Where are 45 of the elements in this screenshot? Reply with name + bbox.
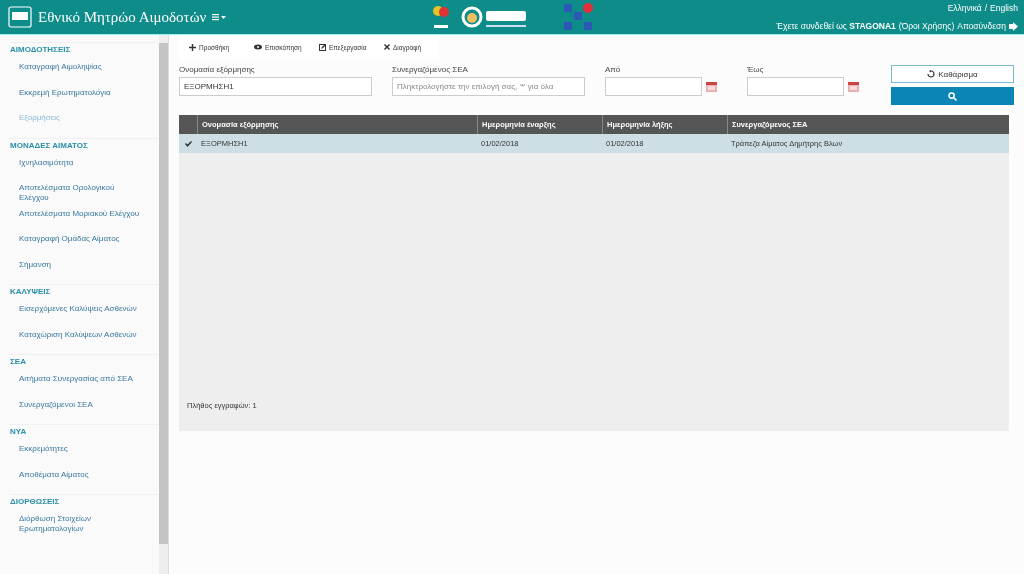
date-field[interactable]	[747, 77, 844, 96]
field-label: Από	[605, 65, 622, 74]
sidebar-item[interactable]: Καταχώριση Καλύψεων Ασθενών	[10, 328, 145, 354]
sidebar-item[interactable]: Ιχνηλασιμότητα	[10, 156, 145, 182]
sidebar-item[interactable]: Αποθέματα Αίματος	[10, 468, 145, 494]
sidebar-item[interactable]: Εκκρεμότητες	[10, 443, 145, 469]
delete-icon	[384, 44, 390, 50]
sidebar-item[interactable]: Συνεργαζόμενοι ΣΕΑ	[10, 398, 145, 424]
calendar-icon[interactable]	[706, 81, 717, 92]
sidebar-item[interactable]: Εισερχόμενες Καλύψεις Ασθενών	[10, 303, 145, 329]
sidebar-item[interactable]: Καταγραφή Αιμοληψίας	[10, 61, 145, 87]
sidebar-item[interactable]: Καταγραφή Ομάδας Αίματος	[10, 233, 145, 259]
sidebar-item[interactable]: Αποτελέσματα Ορολογικού Ελέγχου	[10, 182, 145, 208]
logo-icon	[8, 6, 32, 28]
sidebar-item[interactable]: Διόρθωση Στοιχείων Ερωτηματολογίων	[10, 513, 145, 539]
sidebar-item[interactable]: Αιτήματα Συνεργασίας από ΣΕΑ	[10, 373, 145, 399]
reset-icon	[927, 70, 936, 78]
field-label: Έως	[747, 65, 765, 74]
check-icon	[184, 140, 192, 147]
field-label: Ονομασία εξόρμησης	[179, 65, 256, 74]
name-field[interactable]: ΕΞΟΡΜΗΣΗ1	[179, 77, 372, 96]
plus-icon	[189, 43, 196, 51]
language-link[interactable]: Ελληνικά	[947, 3, 982, 13]
clear-button[interactable]: Καθάρισμα	[891, 65, 1014, 83]
session-user: Έχετε συνδεθεί ως STAGONA1	[776, 21, 896, 31]
search-icon	[948, 91, 957, 101]
language-link[interactable]: English	[990, 3, 1018, 13]
calendar-icon[interactable]	[848, 81, 859, 92]
logout-link[interactable]: Αποσύνδεση	[957, 21, 1006, 31]
menu-icon[interactable]	[212, 13, 227, 21]
edit-icon	[319, 43, 326, 51]
cross-logo-icon	[562, 2, 594, 32]
sidebar-item[interactable]: Εκκρεμή Ερωτηματολόγια	[10, 86, 145, 112]
heart-logo-icon	[430, 3, 452, 31]
search-button[interactable]	[891, 87, 1014, 105]
eye-icon	[254, 44, 262, 50]
separator-text: /	[984, 3, 988, 13]
date-field[interactable]	[605, 77, 702, 96]
logout-icon[interactable]	[1009, 21, 1018, 31]
field-label: Συνεργαζόμενος ΣΕΑ	[392, 65, 469, 74]
terms-link[interactable]: (Όροι Χρήσης)	[898, 21, 955, 31]
sidebar-item[interactable]: Σήμανση	[10, 258, 145, 284]
app-title: Εθνικό Μητρώο Αιμοδοτών	[38, 8, 207, 26]
partner-field[interactable]: Πληκτρολογήστε την επιλογή σας, '*' για όλα	[392, 77, 585, 96]
sidebar-item[interactable]: Αποτελέσματα Μοριακού Ελέγχου	[10, 207, 145, 233]
